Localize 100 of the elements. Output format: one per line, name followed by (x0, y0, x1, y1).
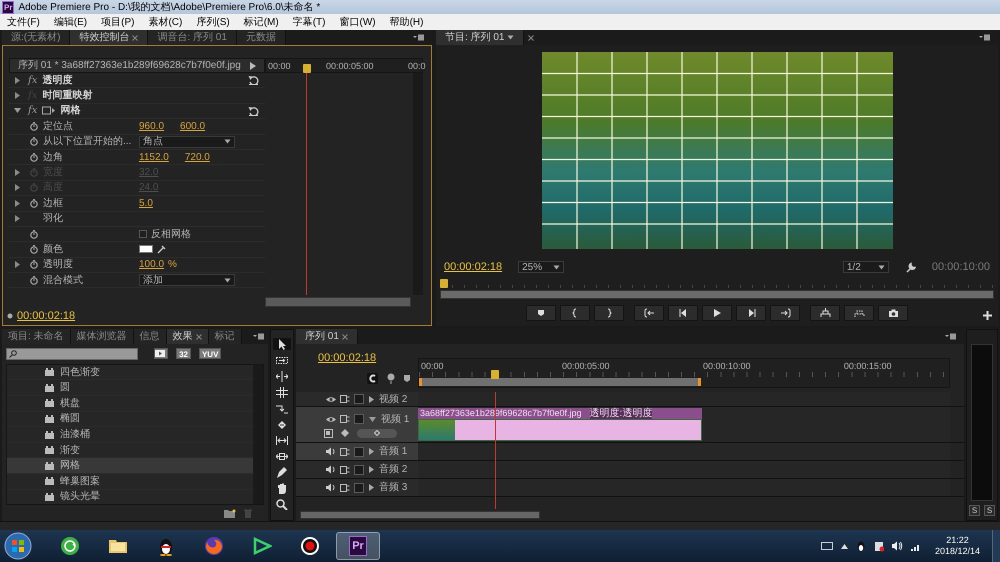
stopwatch-icon[interactable] (30, 276, 38, 285)
menu-item[interactable]: 序列(S) (189, 14, 237, 30)
panel-tab[interactable]: 节目: 序列 01 (436, 30, 524, 45)
panel-menu-icon[interactable] (979, 34, 990, 41)
track-header[interactable]: 音频 2 (296, 461, 418, 478)
panel-tab[interactable]: 效果 (166, 329, 209, 344)
eye-icon[interactable] (326, 416, 336, 422)
stopwatch-icon[interactable] (30, 230, 38, 239)
track-header[interactable]: 视频 2 (296, 392, 418, 406)
taskbar-app[interactable]: Pr (336, 532, 380, 560)
color-swatch[interactable] (139, 245, 153, 254)
horizontal-scrollbar[interactable] (265, 297, 411, 307)
expand-arrow-icon[interactable] (368, 465, 375, 474)
panel-tab[interactable]: 源:(无素材) (2, 30, 70, 45)
value-field[interactable]: 720.0 (184, 150, 210, 165)
filter-button[interactable]: 32 (176, 348, 191, 360)
collapse-arrow-icon[interactable] (368, 416, 377, 422)
expand-arrow-icon[interactable] (368, 394, 375, 404)
extract-button[interactable] (844, 305, 874, 321)
dropdown[interactable]: 添加 (139, 274, 235, 286)
lift-button[interactable] (810, 305, 840, 321)
eye-icon[interactable] (326, 396, 336, 402)
reset-icon[interactable] (248, 75, 259, 86)
close-icon[interactable] (196, 334, 202, 340)
menu-item[interactable]: 文件(F) (0, 14, 47, 30)
menu-item[interactable]: 项目(P) (94, 14, 142, 30)
accelerated-effects-button[interactable] (154, 348, 168, 360)
close-icon[interactable] (342, 334, 348, 340)
hand-tool-icon[interactable] (276, 482, 288, 494)
keyframe-navigator[interactable] (357, 428, 397, 438)
expand-arrow-icon[interactable] (14, 260, 20, 270)
panel-tab[interactable]: 元数据 (236, 30, 286, 45)
razor-tool-icon[interactable] (276, 418, 288, 430)
play-arrow-icon[interactable] (250, 62, 256, 70)
marker-button[interactable] (526, 305, 556, 321)
sync-lock-icon[interactable] (340, 395, 350, 403)
rate-stretch-tool-icon[interactable] (276, 402, 288, 414)
stopwatch-icon[interactable] (30, 244, 38, 254)
eyedropper-icon[interactable] (157, 244, 166, 254)
wrench-icon[interactable] (904, 262, 916, 272)
sync-lock-icon[interactable] (340, 466, 350, 474)
horizontal-scrollbar[interactable] (300, 511, 540, 519)
value-field[interactable]: 5.0 (139, 196, 153, 211)
panel-tab[interactable]: 信息 (134, 329, 167, 344)
speaker-icon[interactable] (326, 465, 336, 474)
expand-arrow-icon[interactable] (14, 214, 20, 224)
effect-item[interactable]: 蜂巢图案 (7, 474, 253, 490)
new-bin-icon[interactable] (224, 508, 236, 518)
track-header[interactable]: 音频 3 (296, 479, 418, 496)
rolling-edit-tool-icon[interactable] (276, 386, 288, 398)
menu-item[interactable]: 窗口(W) (332, 14, 383, 30)
panel-tab[interactable]: 标记 (208, 329, 242, 344)
speaker-icon[interactable] (326, 447, 336, 456)
reset-icon[interactable] (248, 106, 259, 116)
effect-item[interactable]: 四色渐变 (7, 364, 253, 380)
dropdown[interactable]: 角点 (139, 136, 235, 148)
mark-out-button[interactable] (594, 305, 624, 321)
panel-tab[interactable]: 调音台: 序列 01 (148, 30, 237, 45)
step-back-button[interactable] (668, 305, 698, 321)
go-to-in-button[interactable] (634, 305, 664, 321)
scrollbar[interactable] (253, 364, 263, 504)
track-header[interactable]: 视频 1 (296, 407, 418, 442)
sync-lock-icon[interactable] (340, 448, 350, 456)
value-field[interactable]: 960.0 (139, 118, 164, 134)
menu-item[interactable]: 编辑(E) (46, 14, 94, 30)
value-field[interactable]: 1152.0 (139, 150, 169, 165)
solo-button[interactable]: S (984, 505, 995, 516)
value-field[interactable]: 600.0 (180, 118, 206, 134)
playhead-handle[interactable] (491, 370, 500, 379)
menu-item[interactable]: 帮助(H) (382, 14, 430, 30)
close-icon[interactable] (132, 34, 138, 40)
stopwatch-icon[interactable] (30, 260, 38, 270)
add-icon[interactable] (983, 311, 992, 320)
expand-arrow-icon[interactable] (368, 483, 375, 492)
checkbox[interactable] (139, 230, 147, 238)
panel-menu-icon[interactable] (945, 333, 956, 340)
play-button[interactable] (702, 305, 732, 321)
solo-button[interactable]: S (969, 505, 980, 516)
effect-item[interactable]: 椭圆 (7, 412, 253, 428)
keyframe-marker-icon[interactable] (386, 373, 396, 384)
track-select-tool-icon[interactable] (276, 354, 288, 366)
clip-effect-menu[interactable]: 透明度:透明度 (590, 408, 652, 419)
slide-tool-icon[interactable] (276, 450, 288, 462)
expand-arrow-icon[interactable] (14, 76, 20, 85)
resolution-dropdown[interactable]: 1/2 (842, 261, 889, 273)
panel-tab[interactable]: 项目: 未命名 (2, 329, 71, 344)
expand-arrow-icon[interactable] (14, 91, 20, 100)
speaker-icon[interactable] (326, 483, 336, 492)
ripple-edit-tool-icon[interactable] (276, 370, 288, 382)
stopwatch-icon[interactable] (30, 137, 38, 146)
step-forward-button[interactable] (736, 305, 766, 321)
effect-item[interactable]: 棋盘 (7, 396, 253, 412)
timecode[interactable]: 00:00:02:18 (444, 258, 502, 276)
panel-tab[interactable]: 序列 01 (296, 329, 358, 344)
playhead-handle[interactable] (302, 64, 311, 73)
panel-menu-icon[interactable] (413, 34, 424, 41)
timecode[interactable]: 00:00:02:18 (17, 308, 76, 324)
fx-toggle[interactable]: fx (28, 72, 38, 88)
penguin-icon[interactable] (856, 540, 866, 552)
clip-body[interactable] (418, 419, 702, 441)
